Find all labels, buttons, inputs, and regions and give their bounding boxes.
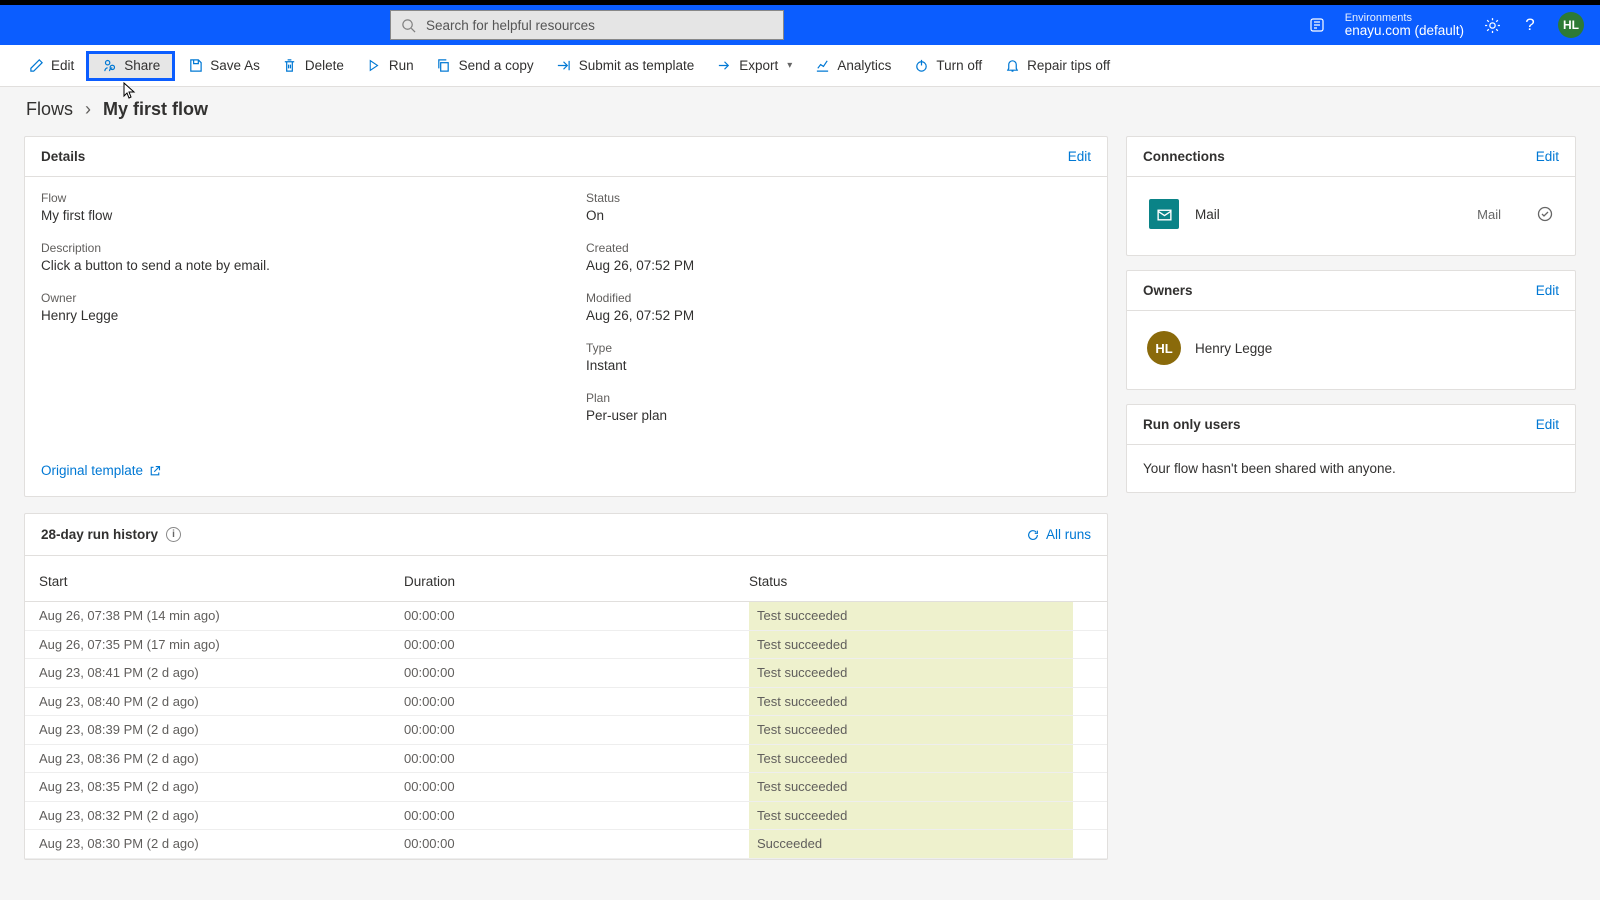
power-icon	[913, 58, 929, 74]
delete-button[interactable]: Delete	[272, 53, 354, 79]
history-card: 28-day run history i All runs Start Dura…	[24, 513, 1108, 860]
owners-title: Owners	[1143, 283, 1193, 298]
breadcrumb: Flows › My first flow	[0, 87, 1600, 130]
copy-icon	[436, 58, 452, 74]
table-row[interactable]: Aug 23, 08:35 PM (2 d ago)00:00:00Test s…	[25, 773, 1107, 802]
col-status: Status	[749, 574, 1093, 589]
analytics-button[interactable]: Analytics	[804, 53, 901, 79]
refresh-icon	[1026, 528, 1040, 542]
table-row[interactable]: Aug 23, 08:40 PM (2 d ago)00:00:00Test s…	[25, 688, 1107, 717]
save-icon	[187, 58, 203, 74]
info-icon[interactable]: i	[166, 527, 181, 542]
col-duration: Duration	[404, 574, 749, 589]
connections-edit[interactable]: Edit	[1536, 149, 1559, 164]
play-icon	[366, 58, 382, 74]
details-card: Details Edit FlowMy first flow Descripti…	[24, 136, 1108, 497]
export-icon	[716, 58, 732, 74]
table-row[interactable]: Aug 26, 07:38 PM (14 min ago)00:00:00Tes…	[25, 602, 1107, 631]
environment-picker[interactable]: Environments enayu.com (default)	[1345, 12, 1464, 39]
chevron-right-icon: ›	[85, 99, 91, 120]
mail-icon	[1149, 199, 1179, 229]
owner-name: Henry Legge	[1195, 341, 1272, 356]
chevron-down-icon: ▾	[787, 60, 792, 71]
share-button[interactable]: Share	[86, 51, 175, 81]
edit-icon	[28, 58, 44, 74]
col-start: Start	[39, 574, 404, 589]
runonly-message: Your flow hasn't been shared with anyone…	[1127, 445, 1575, 492]
bell-icon	[1004, 58, 1020, 74]
analytics-icon	[814, 58, 830, 74]
details-edit[interactable]: Edit	[1068, 149, 1091, 164]
search-placeholder: Search for helpful resources	[426, 18, 595, 33]
run-button[interactable]: Run	[356, 53, 424, 79]
share-icon	[101, 58, 117, 74]
runonly-edit[interactable]: Edit	[1536, 417, 1559, 432]
settings-icon[interactable]	[1482, 15, 1502, 35]
all-runs-link[interactable]: All runs	[1026, 527, 1091, 542]
external-link-icon	[149, 465, 161, 477]
search-icon	[401, 18, 416, 33]
export-button[interactable]: Export ▾	[706, 53, 802, 79]
help-icon[interactable]: ?	[1520, 15, 1540, 35]
search-input[interactable]: Search for helpful resources	[390, 10, 784, 40]
command-bar: Edit Share Save As Delete Run Send a cop…	[0, 45, 1600, 87]
check-icon	[1537, 206, 1553, 222]
table-row[interactable]: Aug 23, 08:41 PM (2 d ago)00:00:00Test s…	[25, 659, 1107, 688]
table-row[interactable]: Aug 23, 08:39 PM (2 d ago)00:00:00Test s…	[25, 716, 1107, 745]
turnoff-button[interactable]: Turn off	[903, 53, 992, 79]
edit-button[interactable]: Edit	[18, 53, 84, 79]
connections-card: Connections Edit Mail Mail	[1126, 136, 1576, 256]
table-row[interactable]: Aug 23, 08:36 PM (2 d ago)00:00:00Test s…	[25, 745, 1107, 774]
table-row[interactable]: Aug 26, 07:35 PM (17 min ago)00:00:00Tes…	[25, 631, 1107, 660]
repair-button[interactable]: Repair tips off	[994, 53, 1120, 79]
original-template-link[interactable]: Original template	[41, 463, 161, 478]
history-title: 28-day run history	[41, 527, 158, 542]
details-title: Details	[41, 149, 85, 164]
titlebar: Search for helpful resources Environment…	[0, 5, 1600, 45]
connection-item[interactable]: Mail Mail	[1143, 191, 1559, 237]
submit-button[interactable]: Submit as template	[546, 53, 705, 79]
submit-icon	[556, 58, 572, 74]
runonly-card: Run only users Edit Your flow hasn't bee…	[1126, 404, 1576, 493]
table-row[interactable]: Aug 23, 08:30 PM (2 d ago)00:00:00Succee…	[25, 830, 1107, 859]
owners-card: Owners Edit HL Henry Legge	[1126, 270, 1576, 390]
runonly-title: Run only users	[1143, 417, 1241, 432]
owner-item[interactable]: HL Henry Legge	[1143, 325, 1559, 371]
owners-edit[interactable]: Edit	[1536, 283, 1559, 298]
connections-title: Connections	[1143, 149, 1225, 164]
table-row[interactable]: Aug 23, 08:32 PM (2 d ago)00:00:00Test s…	[25, 802, 1107, 831]
delete-icon	[282, 58, 298, 74]
breadcrumb-root[interactable]: Flows	[26, 99, 73, 120]
environment-icon[interactable]	[1307, 15, 1327, 35]
owner-avatar: HL	[1147, 331, 1181, 365]
breadcrumb-current: My first flow	[103, 99, 208, 120]
saveas-button[interactable]: Save As	[177, 53, 270, 79]
user-avatar[interactable]: HL	[1558, 12, 1584, 38]
sendcopy-button[interactable]: Send a copy	[426, 53, 544, 79]
